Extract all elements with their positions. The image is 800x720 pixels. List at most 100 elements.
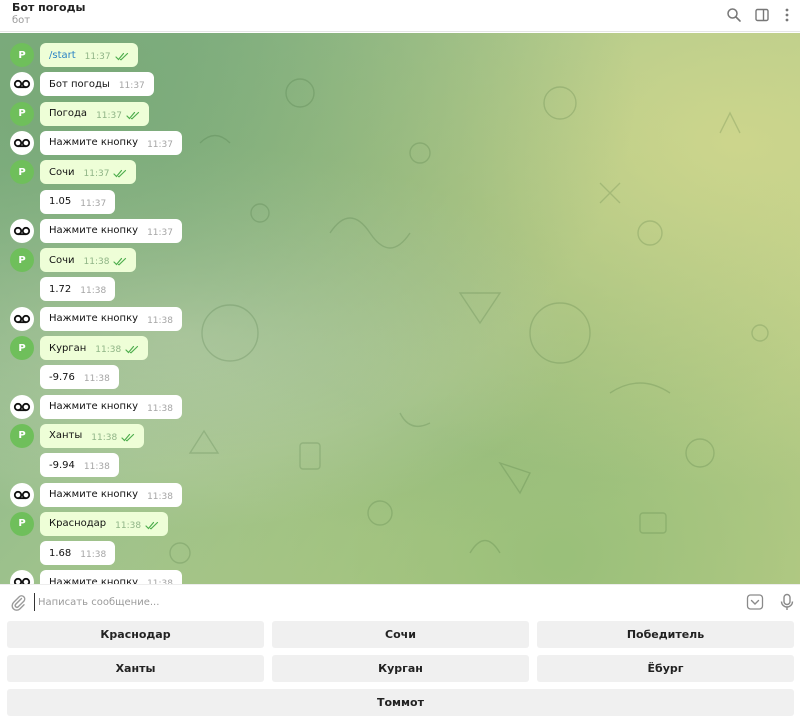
- message-time: 11:38: [80, 286, 107, 297]
- incoming-message[interactable]: 1.72 11:38: [40, 277, 116, 302]
- incoming-message[interactable]: 1.68 11:38: [40, 541, 116, 566]
- message-row: Р Курган 11:38: [0, 336, 800, 360]
- incoming-message[interactable]: Нажмите кнопку 11:37: [40, 218, 182, 243]
- paperclip-icon[interactable]: [9, 593, 27, 611]
- double-check-icon: [126, 111, 140, 120]
- microphone-icon[interactable]: [779, 593, 795, 611]
- message-row: Нажмите кнопку 11:38: [0, 482, 800, 507]
- incoming-message[interactable]: Бот погоды 11:37: [40, 72, 154, 97]
- incoming-message[interactable]: -9.94 11:38: [40, 453, 119, 478]
- message-time: 11:37: [83, 169, 110, 180]
- chat-title[interactable]: Бот погоды: [12, 1, 85, 14]
- incoming-message[interactable]: -9.76 11:38: [40, 365, 119, 390]
- chat-subtitle: бот: [12, 15, 31, 26]
- keyboard-button-kurgan[interactable]: Курган: [272, 655, 529, 682]
- outgoing-message[interactable]: Краснодар 11:38: [40, 511, 169, 536]
- double-check-icon: [145, 521, 159, 530]
- message-row: -9.94 11:38: [0, 453, 800, 478]
- message-row: -9.76 11:38: [0, 365, 800, 390]
- keyboard-button-sochi[interactable]: Сочи: [272, 621, 529, 648]
- message-time: 11:38: [115, 520, 142, 531]
- message-text: Нажмите кнопку: [49, 401, 139, 413]
- message-input[interactable]: [34, 593, 724, 611]
- incoming-message[interactable]: Нажмите кнопку11:38: [40, 570, 182, 584]
- sidebar-toggle-icon[interactable]: [753, 6, 771, 24]
- user-avatar[interactable]: Р: [10, 336, 34, 360]
- message-row: Р Погода 11:37: [0, 101, 800, 126]
- chat-history[interactable]: Р/start 11:37 Бот погоды 11:37 Р Погода 11:37 Н…: [0, 33, 800, 584]
- keyboard-button-khanty[interactable]: Ханты: [7, 655, 264, 682]
- message-time: 11:37: [147, 227, 173, 238]
- user-avatar[interactable]: Р: [10, 101, 34, 126]
- chat-header: Бот погоды бот: [0, 0, 800, 32]
- message-row: Р Сочи 11:37: [0, 160, 800, 185]
- bot-avatar-icon[interactable]: [10, 394, 34, 419]
- outgoing-message[interactable]: /start 11:37: [40, 43, 138, 67]
- bot-keyboard-icon[interactable]: [746, 593, 764, 611]
- keyboard-button-tommot[interactable]: Томмот: [7, 689, 794, 716]
- incoming-message[interactable]: 1.05 11:37: [40, 189, 116, 214]
- message-row: Бот погоды 11:37: [0, 72, 800, 97]
- message-row: Р/start 11:37: [0, 43, 800, 67]
- message-text: Погода: [49, 108, 88, 120]
- message-row: Р Сочи 11:38: [0, 248, 800, 273]
- outgoing-message[interactable]: Курган 11:38: [40, 336, 149, 360]
- double-check-icon: [113, 257, 127, 266]
- compose-bar: [0, 584, 800, 618]
- keyboard-button-pobeditel[interactable]: Победитель: [537, 621, 794, 648]
- message-time: 11:38: [80, 550, 107, 561]
- bot-avatar-icon[interactable]: [10, 306, 34, 331]
- double-check-icon: [125, 345, 139, 354]
- user-avatar[interactable]: Р: [10, 511, 34, 536]
- message-text: 1.68: [49, 547, 72, 559]
- user-avatar[interactable]: Р: [10, 423, 34, 448]
- keyboard-button-yoburg[interactable]: Ёбург: [537, 655, 794, 682]
- message-text: Нажмите кнопку: [49, 313, 139, 325]
- outgoing-message[interactable]: Погода 11:37: [40, 101, 149, 126]
- message-text: 1.05: [49, 196, 72, 207]
- message-time: 11:38: [147, 491, 173, 502]
- message-time: 11:38: [83, 374, 110, 385]
- user-avatar[interactable]: Р: [10, 248, 34, 273]
- more-vertical-icon[interactable]: [778, 6, 796, 24]
- outgoing-message[interactable]: Сочи 11:38: [40, 248, 137, 273]
- message-text: Нажмите кнопку: [49, 489, 139, 500]
- incoming-message[interactable]: Нажмите кнопку 11:38: [40, 482, 182, 507]
- outgoing-message[interactable]: Ханты 11:38: [40, 423, 145, 448]
- bot-avatar-icon[interactable]: [10, 72, 34, 97]
- message-row: Нажмите кнопку 11:38: [0, 394, 800, 419]
- message-row: 1.68 11:38: [0, 541, 800, 566]
- search-icon[interactable]: [725, 6, 743, 24]
- message-row: Нажмите кнопку11:38: [0, 570, 800, 584]
- message-text: Нажмите кнопку: [49, 576, 139, 584]
- bot-avatar-icon[interactable]: [10, 570, 34, 584]
- message-time: 11:37: [147, 139, 173, 150]
- incoming-message[interactable]: Нажмите кнопку 11:37: [40, 130, 182, 155]
- incoming-message[interactable]: Нажмите кнопку 11:38: [40, 394, 182, 419]
- message-time: 11:38: [147, 315, 173, 326]
- incoming-message[interactable]: Нажмите кнопку 11:38: [40, 306, 182, 331]
- message-text: Нажмите кнопку: [49, 137, 139, 149]
- message-row: Нажмите кнопку 11:37: [0, 218, 800, 243]
- user-avatar[interactable]: Р: [10, 43, 34, 67]
- message-text: Сочи: [49, 166, 75, 178]
- bot-avatar-icon[interactable]: [10, 130, 34, 155]
- message-time: 11:37: [118, 81, 145, 92]
- bot-avatar-icon[interactable]: [10, 218, 34, 243]
- message-text: Курган: [49, 342, 87, 354]
- message-row: Нажмите кнопку 11:38: [0, 306, 800, 331]
- message-time: 11:37: [96, 110, 122, 121]
- user-avatar[interactable]: Р: [10, 160, 34, 185]
- bot-avatar-icon[interactable]: [10, 482, 34, 507]
- message-text: Бот погоды: [49, 78, 110, 90]
- message-text: Ханты: [49, 430, 83, 442]
- message-time: 11:38: [147, 403, 173, 414]
- message-time: 11:38: [91, 432, 118, 443]
- message-row: Р Ханты 11:38: [0, 423, 800, 448]
- double-check-icon: [121, 433, 135, 442]
- message-text: 1.72: [49, 283, 72, 295]
- outgoing-message[interactable]: Сочи 11:37: [40, 160, 137, 185]
- keyboard-button-krasnodar[interactable]: Краснодар: [7, 621, 264, 648]
- double-check-icon: [115, 52, 129, 61]
- bot-command-link[interactable]: /start: [49, 50, 76, 61]
